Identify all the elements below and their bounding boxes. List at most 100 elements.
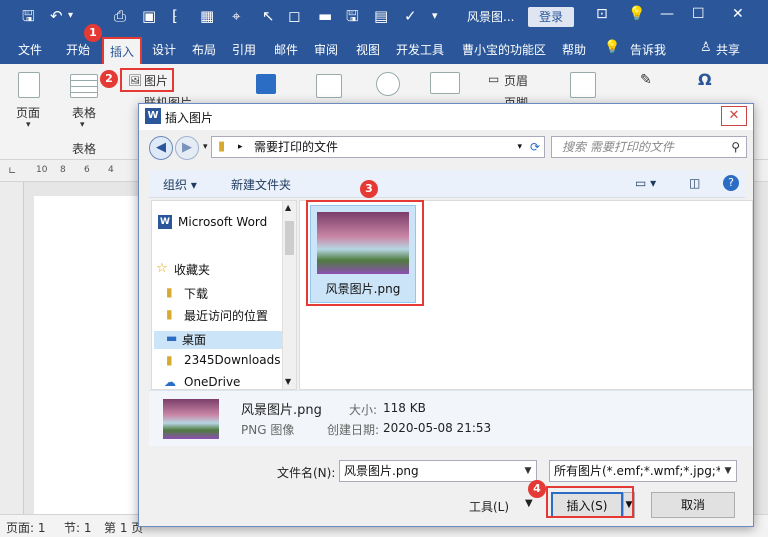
file-type-select[interactable]: 所有图片(*.emf;*.wmf;*.jpg;*.jp ▼	[549, 460, 737, 482]
qat-more-icon[interactable]: ▾	[432, 6, 438, 26]
ruler-tick: 10	[36, 165, 48, 175]
new-folder-button[interactable]: 新建文件夹	[231, 176, 291, 193]
undo-dropdown-icon[interactable]: ▾	[68, 6, 73, 26]
tab-design[interactable]: 设计	[152, 41, 176, 58]
page-label[interactable]: 页面	[16, 104, 40, 121]
minimize-icon[interactable]: —	[660, 6, 674, 22]
detail-date-value: 2020-05-08 21:53	[383, 421, 492, 435]
filename-input[interactable]: 风景图片.png ▼	[339, 460, 537, 482]
header-icon[interactable]: ▭	[488, 72, 499, 86]
save-icon[interactable]: 🖫	[22, 6, 35, 26]
tab-stop-icon[interactable]: ∟	[8, 166, 16, 177]
folder-icon: ▮	[218, 139, 226, 154]
grid-icon[interactable]: ▦	[200, 6, 214, 26]
bracket-icon[interactable]: ⁅	[172, 6, 178, 26]
help-icon[interactable]: ?	[723, 175, 739, 191]
tab-help[interactable]: 帮助	[562, 41, 586, 58]
table-icon[interactable]	[70, 74, 98, 98]
nav-item-microsoft-word[interactable]: Microsoft Word	[178, 215, 267, 229]
login-button[interactable]: 登录	[528, 7, 574, 27]
tell-me-light-icon[interactable]: 💡	[628, 6, 645, 22]
textbox-icon[interactable]	[570, 72, 596, 98]
tab-tell-me[interactable]: 告诉我	[630, 41, 666, 58]
nav-item-downloads[interactable]: 下载	[184, 285, 208, 302]
tab-custom[interactable]: 曹小宝的功能区	[462, 41, 546, 58]
cancel-button[interactable]: 取消	[651, 492, 735, 518]
link-icon[interactable]	[376, 72, 400, 96]
history-dropdown-icon[interactable]: ▾	[203, 142, 208, 152]
nav-item-favorites[interactable]: 收藏夹	[174, 261, 210, 278]
address-dropdown-icon[interactable]: ▾	[517, 137, 522, 157]
back-icon[interactable]: ◀	[149, 136, 173, 160]
omega-symbol-icon[interactable]: Ω	[698, 70, 712, 89]
tab-view[interactable]: 视图	[356, 41, 380, 58]
tab-mailings[interactable]: 邮件	[274, 41, 298, 58]
view-options-icon[interactable]: ▭ ▾	[635, 176, 656, 190]
tab-file[interactable]: 文件	[18, 41, 42, 58]
breadcrumb-arrow-icon[interactable]: ▸	[238, 137, 243, 157]
comment-icon[interactable]	[430, 72, 460, 94]
file-type-dropdown-icon[interactable]: ▼	[720, 461, 736, 481]
spellcheck-icon[interactable]: ✓	[404, 6, 417, 26]
header-button[interactable]: 页眉	[504, 72, 528, 89]
step-marker-3: 3	[360, 180, 378, 198]
save-as-icon[interactable]: 🖫	[346, 6, 359, 26]
nav-item-recent[interactable]: 最近访问的位置	[184, 307, 268, 324]
search-input[interactable]: 搜索 需要打印的文件 ⚲	[551, 136, 747, 158]
refresh-icon[interactable]: ⟳	[530, 137, 540, 157]
vertical-ruler	[0, 182, 24, 514]
organize-button[interactable]: 组织 ▾	[163, 176, 197, 193]
document-page[interactable]	[34, 196, 144, 514]
page-dropdown-icon[interactable]: ▾	[26, 120, 31, 130]
dialog-close-button[interactable]: ✕	[721, 106, 747, 126]
nav-item-2345downloads[interactable]: 2345Downloads	[184, 353, 282, 367]
word-logo-icon: W	[145, 108, 161, 124]
folder-icon[interactable]: ▬	[318, 6, 332, 26]
preview-pane-icon[interactable]: ◫	[689, 176, 700, 190]
document-icon[interactable]: ▤	[374, 6, 388, 26]
address-bar[interactable]: ▮ ▸ 需要打印的文件 ▾ ⟳	[211, 136, 545, 158]
3d-model-icon[interactable]	[256, 74, 276, 94]
scroll-up-icon[interactable]: ▲	[285, 203, 291, 212]
word-logo-icon: W	[158, 215, 172, 229]
scrollbar-thumb[interactable]	[285, 221, 294, 255]
insert-picture-dialog: W 插入图片 ✕ ◀ ▶ ▾ ▮ ▸ 需要打印的文件 ▾ ⟳ 搜索 需要打印的文…	[138, 103, 754, 527]
navigation-pane: W Microsoft Word ☆ 收藏夹 ▮ 下载 ▮ 最近访问的位置 桌面…	[151, 200, 297, 390]
undo-icon[interactable]: ↶	[50, 6, 63, 26]
media-icon[interactable]	[316, 74, 342, 98]
image-icon[interactable]: ▣	[142, 6, 156, 26]
search-icon[interactable]: ⚲	[731, 137, 740, 157]
tools-dropdown-icon[interactable]: ▼	[525, 498, 533, 509]
share-button[interactable]: 共享	[716, 41, 740, 58]
print-preview-icon[interactable]: ⎙	[114, 6, 126, 26]
navigation-scrollbar[interactable]: ▲ ▼	[282, 201, 296, 389]
folder-icon: ▮	[166, 353, 173, 367]
detail-file-name: 风景图片.png	[241, 403, 322, 418]
restore-icon[interactable]: ☐	[692, 6, 705, 22]
pen-icon[interactable]: ✎	[640, 72, 652, 88]
search-placeholder: 搜索 需要打印的文件	[562, 140, 674, 154]
tab-insert[interactable]: 插入	[102, 37, 143, 64]
tab-references[interactable]: 引用	[232, 41, 256, 58]
tab-layout[interactable]: 布局	[192, 41, 216, 58]
table-dropdown-icon[interactable]: ▾	[80, 120, 85, 130]
pointer-select-icon[interactable]: ⌖	[232, 6, 240, 26]
address-path[interactable]: 需要打印的文件	[254, 140, 338, 154]
page-icon[interactable]	[18, 72, 40, 98]
cursor-icon[interactable]: ↖	[262, 6, 275, 26]
nav-item-onedrive[interactable]: OneDrive	[184, 375, 240, 389]
tab-developer[interactable]: 开发工具	[396, 41, 444, 58]
filename-dropdown-icon[interactable]: ▼	[520, 461, 536, 481]
forward-icon[interactable]: ▶	[175, 136, 199, 160]
step-marker-4: 4	[528, 480, 546, 498]
status-section[interactable]: 节: 1	[64, 519, 92, 536]
shapes-icon[interactable]: ◻	[288, 6, 300, 26]
tools-button[interactable]: 工具(L)	[469, 498, 509, 515]
status-page[interactable]: 页面: 1	[6, 519, 46, 536]
tab-home[interactable]: 开始	[66, 41, 90, 58]
tab-review[interactable]: 审阅	[314, 41, 338, 58]
table-label[interactable]: 表格	[72, 104, 96, 121]
ribbon-display-icon[interactable]: ⊡	[596, 6, 608, 22]
scroll-down-icon[interactable]: ▼	[285, 377, 291, 386]
close-window-icon[interactable]: ✕	[732, 6, 744, 22]
